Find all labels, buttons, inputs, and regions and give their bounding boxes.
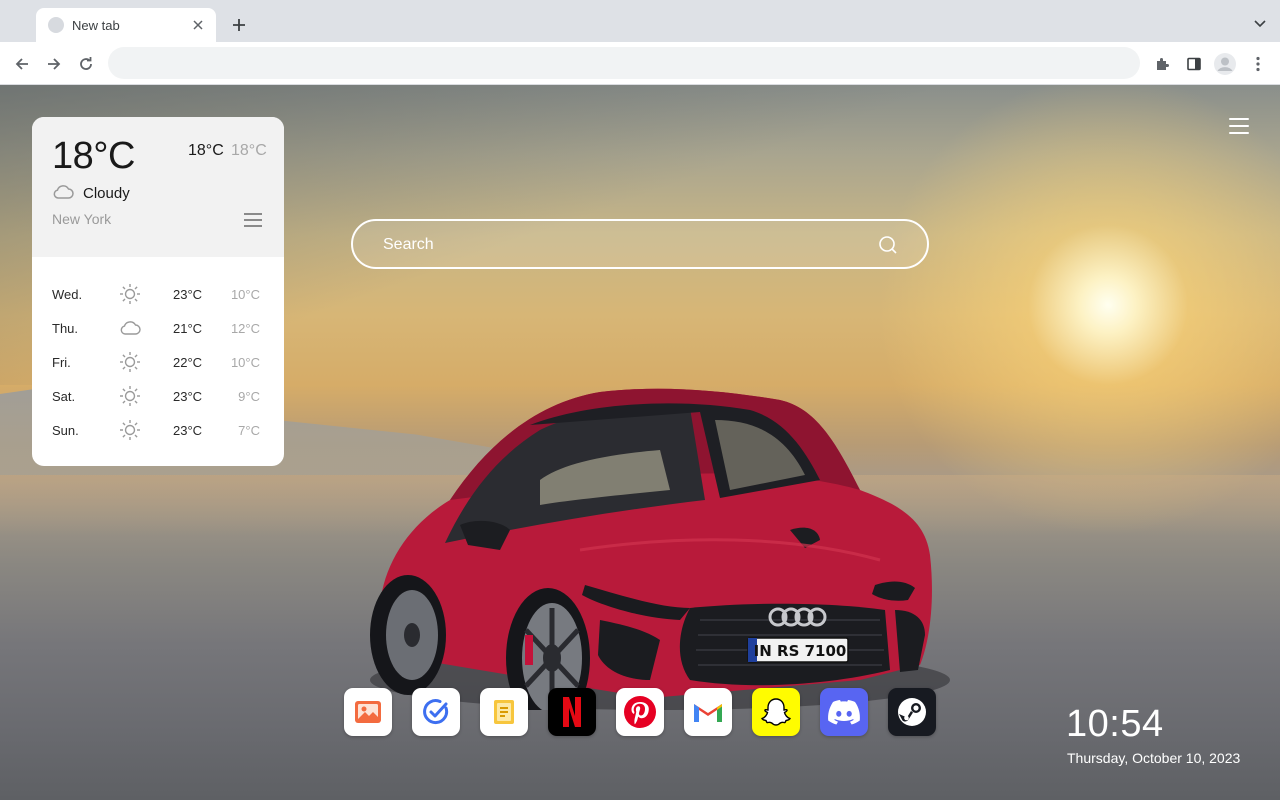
pinterest-app-shortcut[interactable]	[616, 688, 664, 736]
menu-line	[244, 213, 262, 215]
extensions-button[interactable]	[1150, 52, 1174, 76]
weather-forecast: Wed. 23°C 10°C Thu. 21°C 12°C Fri. 22°C …	[32, 257, 284, 447]
check-icon	[423, 699, 449, 725]
pinterest-icon	[624, 696, 656, 728]
notes-icon	[494, 700, 514, 724]
photos-icon	[355, 701, 381, 723]
forecast-high: 22°C	[173, 355, 203, 370]
forecast-high: 23°C	[173, 423, 203, 438]
reload-icon	[80, 57, 92, 70]
photos-app-shortcut[interactable]	[344, 688, 392, 736]
steam-icon	[898, 698, 926, 726]
sun-icon	[120, 420, 140, 440]
steam-app-shortcut[interactable]	[888, 688, 936, 736]
weather-city: New York	[52, 211, 112, 227]
new-tab-button[interactable]	[228, 14, 250, 36]
forecast-day: Fri.	[52, 355, 71, 370]
search-box	[351, 219, 929, 269]
car-illustration: IN RS 7100	[370, 388, 950, 710]
arrow-right-icon	[48, 58, 61, 70]
browser-toolbar	[0, 42, 1280, 85]
clock-time: 10:54	[1066, 703, 1164, 745]
notes-app-shortcut[interactable]	[480, 688, 528, 736]
forecast-high: 23°C	[173, 389, 203, 404]
snapchat-app-shortcut[interactable]	[752, 688, 800, 736]
forecast-day: Wed.	[52, 287, 83, 302]
forward-button[interactable]	[42, 52, 66, 76]
tasks-app-shortcut[interactable]	[412, 688, 460, 736]
menu-line	[1229, 125, 1249, 127]
tab-strip: New tab	[0, 0, 1280, 42]
tab-search-button[interactable]	[1252, 16, 1268, 32]
forecast-high: 23°C	[173, 287, 203, 302]
search-input[interactable]	[383, 233, 863, 257]
today-low: 18°C	[231, 142, 267, 159]
today-high: 18°C	[188, 142, 224, 159]
side-panel-icon	[1187, 57, 1201, 71]
forecast-row: Wed. 23°C 10°C	[32, 277, 284, 311]
forecast-low: 10°C	[230, 287, 260, 302]
tab-favicon-icon	[48, 17, 64, 33]
side-panel-button[interactable]	[1182, 52, 1206, 76]
tab-close-icon[interactable]	[190, 17, 206, 33]
menu-line	[244, 219, 262, 221]
sun-icon	[120, 386, 140, 406]
plus-icon	[233, 19, 245, 31]
forecast-row: Fri. 22°C 10°C	[32, 345, 284, 379]
clock-date: Thursday, October 10, 2023	[1067, 750, 1241, 766]
forecast-day: Thu.	[52, 321, 79, 336]
forecast-day: Sat.	[52, 389, 76, 404]
forecast-row: Sat. 23°C 9°C	[32, 379, 284, 413]
menu-line	[1229, 132, 1249, 134]
weather-current: 18°C 18°C 18°C Cloudy New York	[32, 117, 284, 257]
search-icon[interactable]	[877, 234, 899, 256]
forecast-high: 21°C	[173, 321, 203, 336]
arrow-left-icon	[15, 58, 28, 70]
netflix-icon	[563, 697, 581, 727]
puzzle-icon	[1157, 58, 1169, 70]
license-plate: IN RS 7100	[754, 642, 847, 660]
forecast-low: 12°C	[230, 321, 260, 336]
reload-button[interactable]	[74, 52, 98, 76]
forecast-row: Thu. 21°C 12°C	[32, 311, 284, 345]
current-temperature: 18°C	[52, 135, 135, 177]
discord-icon	[828, 700, 860, 725]
weather-widget: 18°C 18°C 18°C Cloudy New York Wed. 23°C…	[32, 117, 284, 466]
avatar-icon	[1214, 53, 1236, 75]
cloud-icon	[120, 321, 141, 335]
chevron-down-icon	[1254, 20, 1266, 28]
rear-wheel	[370, 575, 446, 695]
profile-button[interactable]	[1213, 52, 1237, 76]
app-dock	[344, 688, 936, 736]
new-tab-page: IN RS 7100 18°C 18°C 18°C Cloudy New Yor…	[0, 85, 1280, 800]
browser-menu-button[interactable]	[1246, 52, 1270, 76]
forecast-low: 9°C	[238, 389, 260, 404]
tab-title: New tab	[72, 17, 120, 33]
netflix-app-shortcut[interactable]	[548, 688, 596, 736]
back-button[interactable]	[10, 52, 34, 76]
sun-icon	[120, 352, 140, 372]
weather-condition: Cloudy	[83, 185, 130, 202]
tab-new-tab[interactable]: New tab	[36, 8, 216, 42]
forecast-low: 7°C	[238, 423, 260, 438]
weather-menu-icon[interactable]	[244, 213, 262, 227]
forecast-low: 10°C	[230, 355, 260, 370]
snapchat-icon	[761, 698, 791, 726]
menu-line	[244, 225, 262, 227]
menu-line	[1229, 118, 1249, 120]
gmail-icon	[694, 704, 722, 722]
page-menu-button[interactable]	[1226, 115, 1252, 137]
address-bar[interactable]	[108, 47, 1140, 79]
forecast-row: Sun. 23°C 7°C	[32, 413, 284, 447]
discord-app-shortcut[interactable]	[820, 688, 868, 736]
gmail-app-shortcut[interactable]	[684, 688, 732, 736]
more-vert-icon	[1256, 56, 1260, 72]
cloud-icon	[53, 185, 74, 199]
sun-icon	[120, 284, 140, 304]
forecast-day: Sun.	[52, 423, 79, 438]
